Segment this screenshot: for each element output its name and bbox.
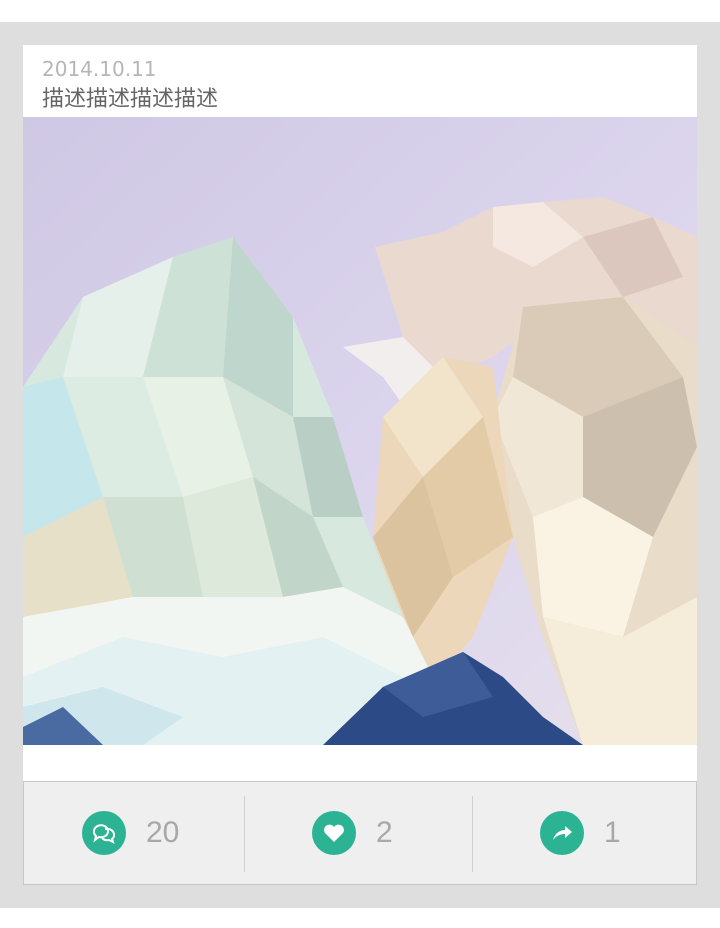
comment-bubbles-icon bbox=[82, 811, 126, 855]
share-arrow-icon bbox=[540, 811, 584, 855]
divider bbox=[244, 796, 245, 872]
like-button[interactable]: 2 bbox=[312, 782, 393, 884]
post-date: 2014.10.11 bbox=[42, 57, 157, 81]
share-count: 1 bbox=[604, 816, 621, 849]
action-bar: 20 2 1 bbox=[23, 781, 697, 885]
divider bbox=[472, 796, 473, 872]
post-description: 描述描述描述描述 bbox=[42, 87, 219, 112]
comment-count: 20 bbox=[146, 816, 180, 849]
post-header: 2014.10.11 描述描述描述描述 bbox=[23, 45, 697, 117]
post-image[interactable] bbox=[23, 117, 697, 745]
like-count: 2 bbox=[376, 816, 393, 849]
share-button[interactable]: 1 bbox=[540, 782, 621, 884]
heart-icon bbox=[312, 811, 356, 855]
post-card: 2014.10.11 描述描述描述描述 20 2 1 bbox=[23, 45, 697, 885]
comment-button[interactable]: 20 bbox=[82, 782, 179, 884]
card-spacer bbox=[23, 745, 697, 781]
feed-frame: 2014.10.11 描述描述描述描述 20 2 1 bbox=[0, 22, 720, 908]
low-poly-mountains-illustration bbox=[23, 117, 697, 745]
